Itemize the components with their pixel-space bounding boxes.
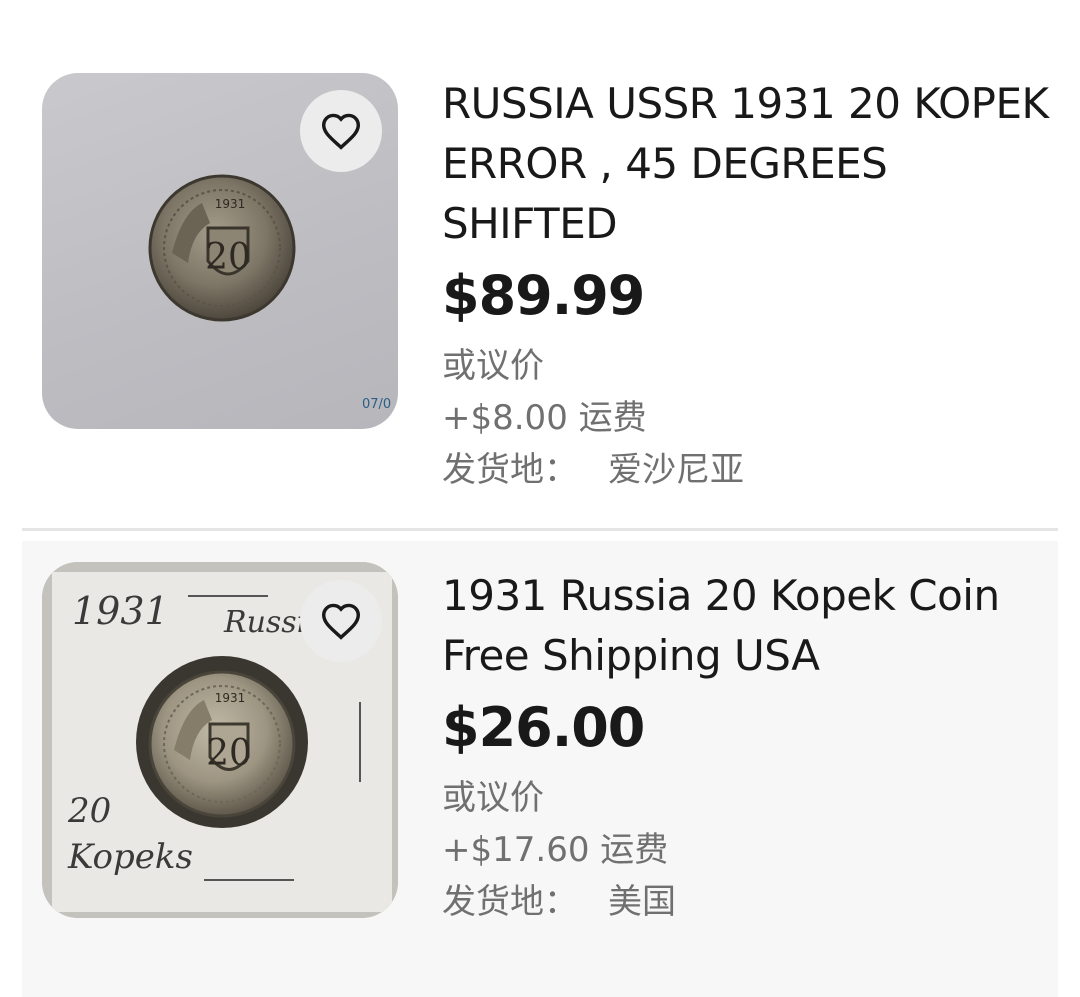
ships-from: 发货地： 美国 xyxy=(442,876,1052,928)
favorite-button[interactable] xyxy=(300,580,382,662)
svg-text:20: 20 xyxy=(205,237,251,278)
best-offer-label: 或议价 xyxy=(442,778,544,818)
best-offer-label: 或议价 xyxy=(442,346,544,386)
listing-price: $26.00 xyxy=(442,696,645,759)
ships-from-label: 发货地： xyxy=(442,882,578,922)
svg-text:1931: 1931 xyxy=(215,691,246,705)
handwritten-year: 1931 xyxy=(72,589,169,633)
image-date-stamp: 07/0 xyxy=(362,397,391,412)
shipping-cost: +$8.00 运费 xyxy=(442,398,647,438)
listing-card[interactable]: 20 1931 1931 Russia 20 Kopeks 1931 Russi… xyxy=(22,541,1058,997)
svg-text:20: 20 xyxy=(206,733,252,774)
listing-card[interactable]: 20 1931 07/0 RUSSIA USSR 1931 20 KOPEK E… xyxy=(0,0,1080,528)
ships-from-location: 美国 xyxy=(608,882,676,922)
heart-outline-icon xyxy=(321,603,361,640)
shipping-cost: +$17.60 运费 xyxy=(442,830,669,870)
handwritten-unit: Kopeks xyxy=(67,837,193,877)
listing-price: $89.99 xyxy=(442,264,645,327)
listing-info: RUSSIA USSR 1931 20 KOPEK ERROR , 45 DEG… xyxy=(442,74,1052,496)
ships-from: 发货地： 爱沙尼亚 xyxy=(442,444,1052,496)
ships-from-label: 发货地： xyxy=(442,450,578,490)
listing-info: 1931 Russia 20 Kopek Coin Free Shipping … xyxy=(442,566,1052,928)
handwritten-denomination: 20 xyxy=(67,791,111,831)
favorite-button[interactable] xyxy=(300,90,382,172)
svg-text:1931: 1931 xyxy=(215,197,246,211)
divider xyxy=(22,528,1058,531)
listing-title[interactable]: 1931 Russia 20 Kopek Coin Free Shipping … xyxy=(442,566,1052,686)
heart-outline-icon xyxy=(321,113,361,150)
listing-title[interactable]: RUSSIA USSR 1931 20 KOPEK ERROR , 45 DEG… xyxy=(442,74,1052,254)
ships-from-location: 爱沙尼亚 xyxy=(608,450,744,490)
